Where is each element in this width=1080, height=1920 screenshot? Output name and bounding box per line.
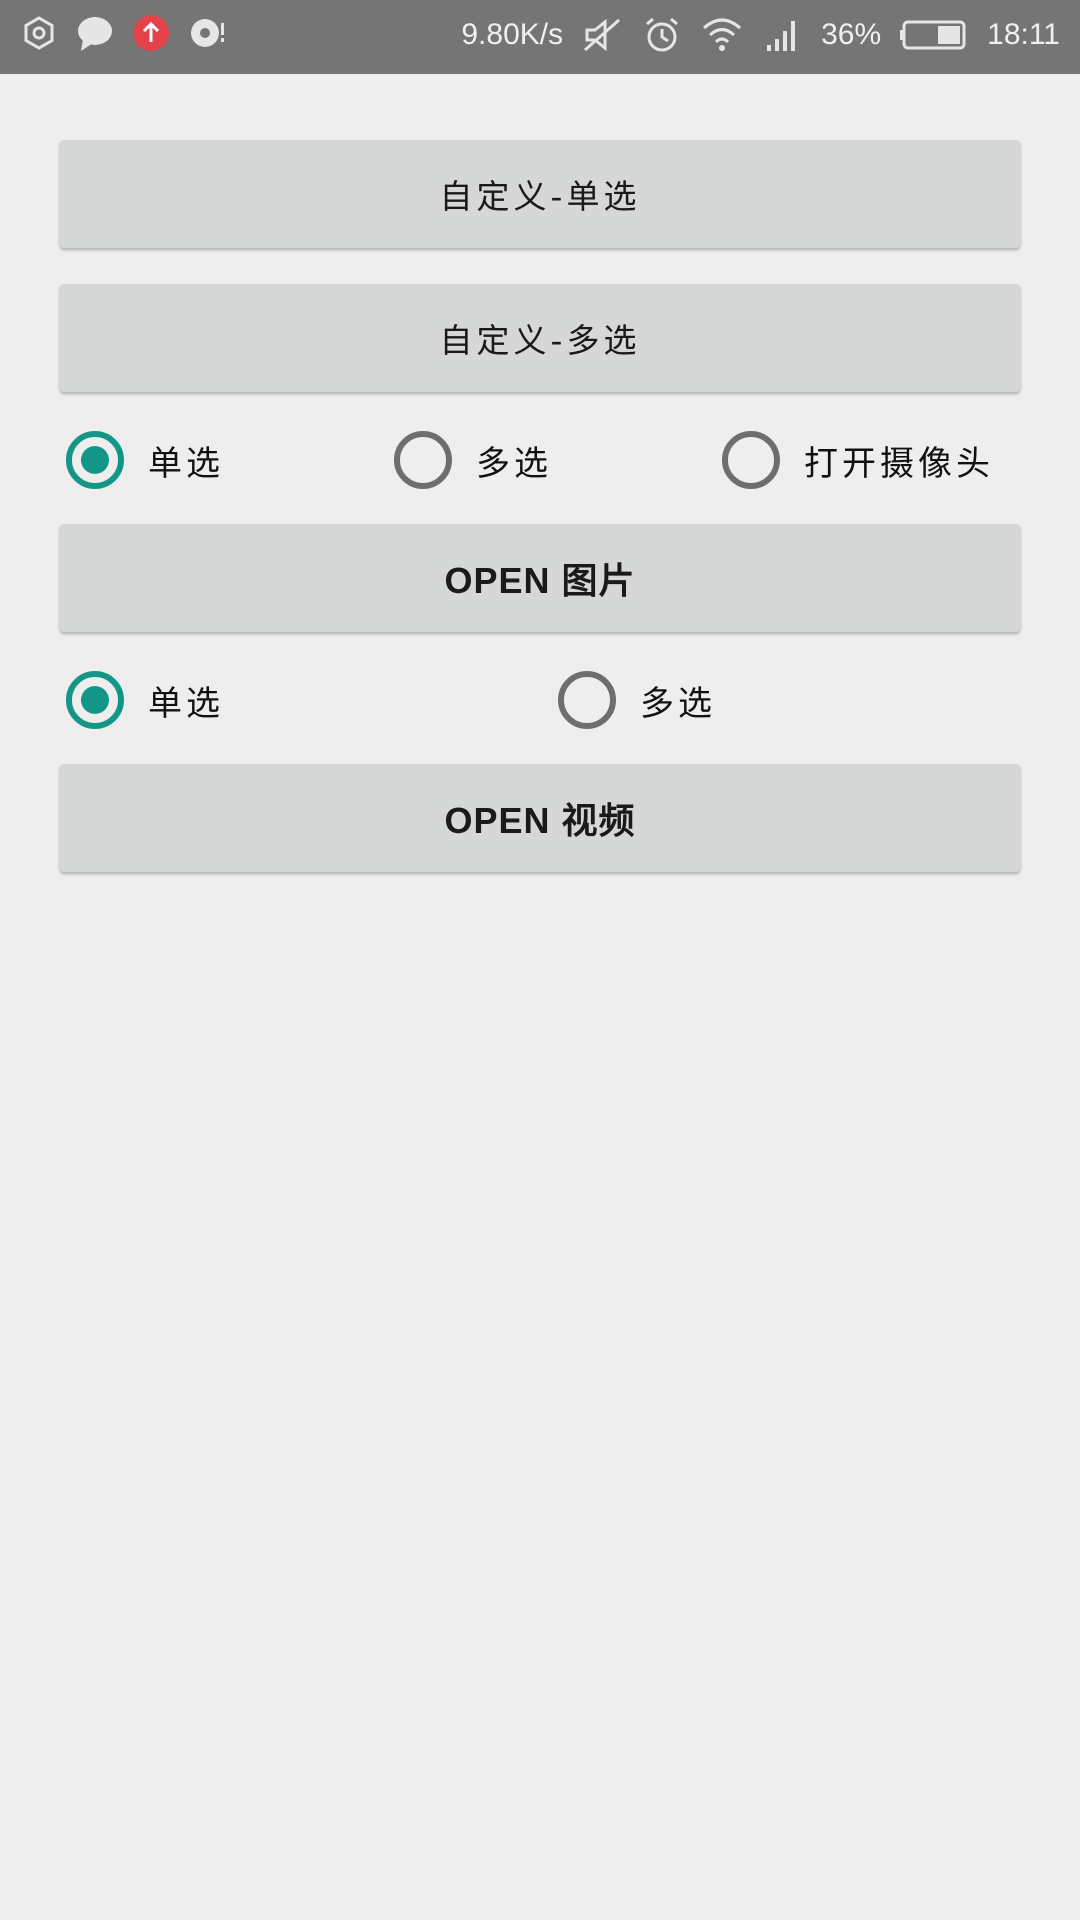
status-bar-system: 9.80K/s 36% 18:11 bbox=[461, 14, 1060, 56]
radio-label: 单选 bbox=[148, 443, 224, 484]
battery-icon bbox=[899, 14, 969, 56]
custom-single-button[interactable]: 自定义-单选 bbox=[60, 140, 1020, 248]
media-icon bbox=[186, 12, 228, 54]
radio-unchecked-icon bbox=[722, 431, 780, 489]
status-bar-notifications bbox=[18, 12, 228, 54]
image-radio-multi[interactable]: 多选 bbox=[394, 428, 552, 492]
image-radio-single[interactable]: 单选 bbox=[66, 428, 224, 492]
wifi-icon bbox=[701, 14, 743, 56]
signal-icon bbox=[761, 14, 803, 56]
mute-icon bbox=[581, 14, 623, 56]
radio-unchecked-icon bbox=[394, 431, 452, 489]
status-bar: 9.80K/s 36% 18:11 bbox=[0, 0, 1080, 74]
radio-unchecked-icon bbox=[558, 671, 616, 729]
video-radio-single[interactable]: 单选 bbox=[66, 668, 224, 732]
main-content: 自定义-单选 自定义-多选 单选 多选 打开摄像头 OPEN 图片 单选 多选 … bbox=[0, 74, 1080, 1920]
hexagon-icon bbox=[18, 12, 60, 54]
clock: 18:11 bbox=[987, 18, 1060, 51]
chat-bubble-icon bbox=[74, 12, 116, 54]
open-video-button[interactable]: OPEN 视频 bbox=[60, 764, 1020, 872]
open-image-button[interactable]: OPEN 图片 bbox=[60, 524, 1020, 632]
radio-checked-icon bbox=[66, 431, 124, 489]
video-radio-multi[interactable]: 多选 bbox=[558, 668, 716, 732]
alarm-icon bbox=[641, 14, 683, 56]
battery-percent: 36% bbox=[821, 18, 882, 51]
image-radio-camera[interactable]: 打开摄像头 bbox=[722, 428, 994, 492]
upload-icon bbox=[130, 12, 172, 54]
radio-checked-icon bbox=[66, 671, 124, 729]
custom-multi-button[interactable]: 自定义-多选 bbox=[60, 284, 1020, 392]
radio-label: 多选 bbox=[476, 443, 552, 484]
radio-label: 单选 bbox=[148, 683, 224, 724]
network-speed: 9.80K/s bbox=[461, 18, 564, 51]
radio-label: 多选 bbox=[640, 683, 716, 724]
radio-label: 打开摄像头 bbox=[804, 443, 994, 484]
